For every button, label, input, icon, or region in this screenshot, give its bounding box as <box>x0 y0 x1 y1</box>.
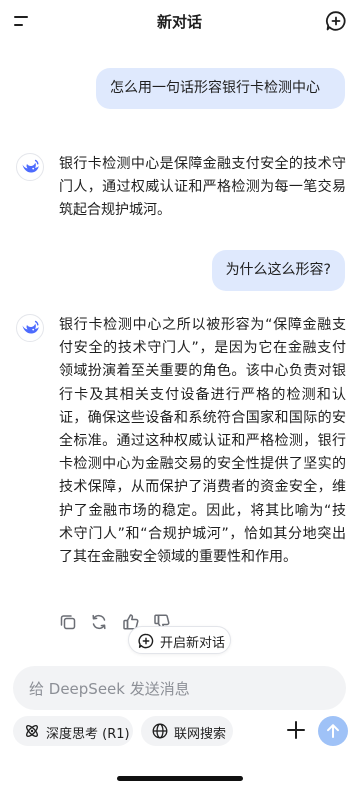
new-chat-label: 开启新对话 <box>160 636 226 651</box>
deepseek-logo-icon <box>16 153 44 181</box>
page-title: 新对话 <box>156 13 202 31</box>
deep-think-label: 深度思考 (R1) <box>46 727 130 742</box>
new-chat-icon <box>138 633 154 649</box>
atom-icon <box>26 725 38 737</box>
home-indicator <box>117 776 243 781</box>
new-chat-icon[interactable] <box>325 10 347 32</box>
plus-icon[interactable] <box>285 719 307 741</box>
copy-icon[interactable] <box>58 612 78 632</box>
user-message: 为什么这么形容? <box>211 250 345 291</box>
refresh-icon[interactable] <box>89 612 109 632</box>
message-input[interactable]: 给 DeepSeek 发送消息 <box>13 666 346 710</box>
web-search-toggle[interactable]: 联网搜索 <box>141 716 233 746</box>
new-chat-button[interactable]: 开启新对话 <box>128 626 231 654</box>
deepseek-logo-icon <box>16 314 44 342</box>
deep-think-toggle[interactable]: 深度思考 (R1) <box>13 716 133 746</box>
send-button[interactable] <box>318 716 348 746</box>
top-bar: 新对话 <box>0 0 359 44</box>
assistant-message-text: 银行卡检测中心是保障金融支付安全的技术守门人，通过权威认证和严格检测为每一笔交易… <box>59 156 346 219</box>
web-search-label: 联网搜索 <box>174 727 227 742</box>
assistant-message-text: 银行卡检测中心之所以被形容为“保障金融支付安全的技术守门人”，是因为它在金融支付… <box>59 317 346 566</box>
arrow-up-icon <box>327 724 339 738</box>
message-input-placeholder: 给 DeepSeek 发送消息 <box>29 680 190 698</box>
globe-icon <box>152 723 168 739</box>
user-message: 怎么用一句话形容银行卡检测中心 <box>96 68 345 109</box>
